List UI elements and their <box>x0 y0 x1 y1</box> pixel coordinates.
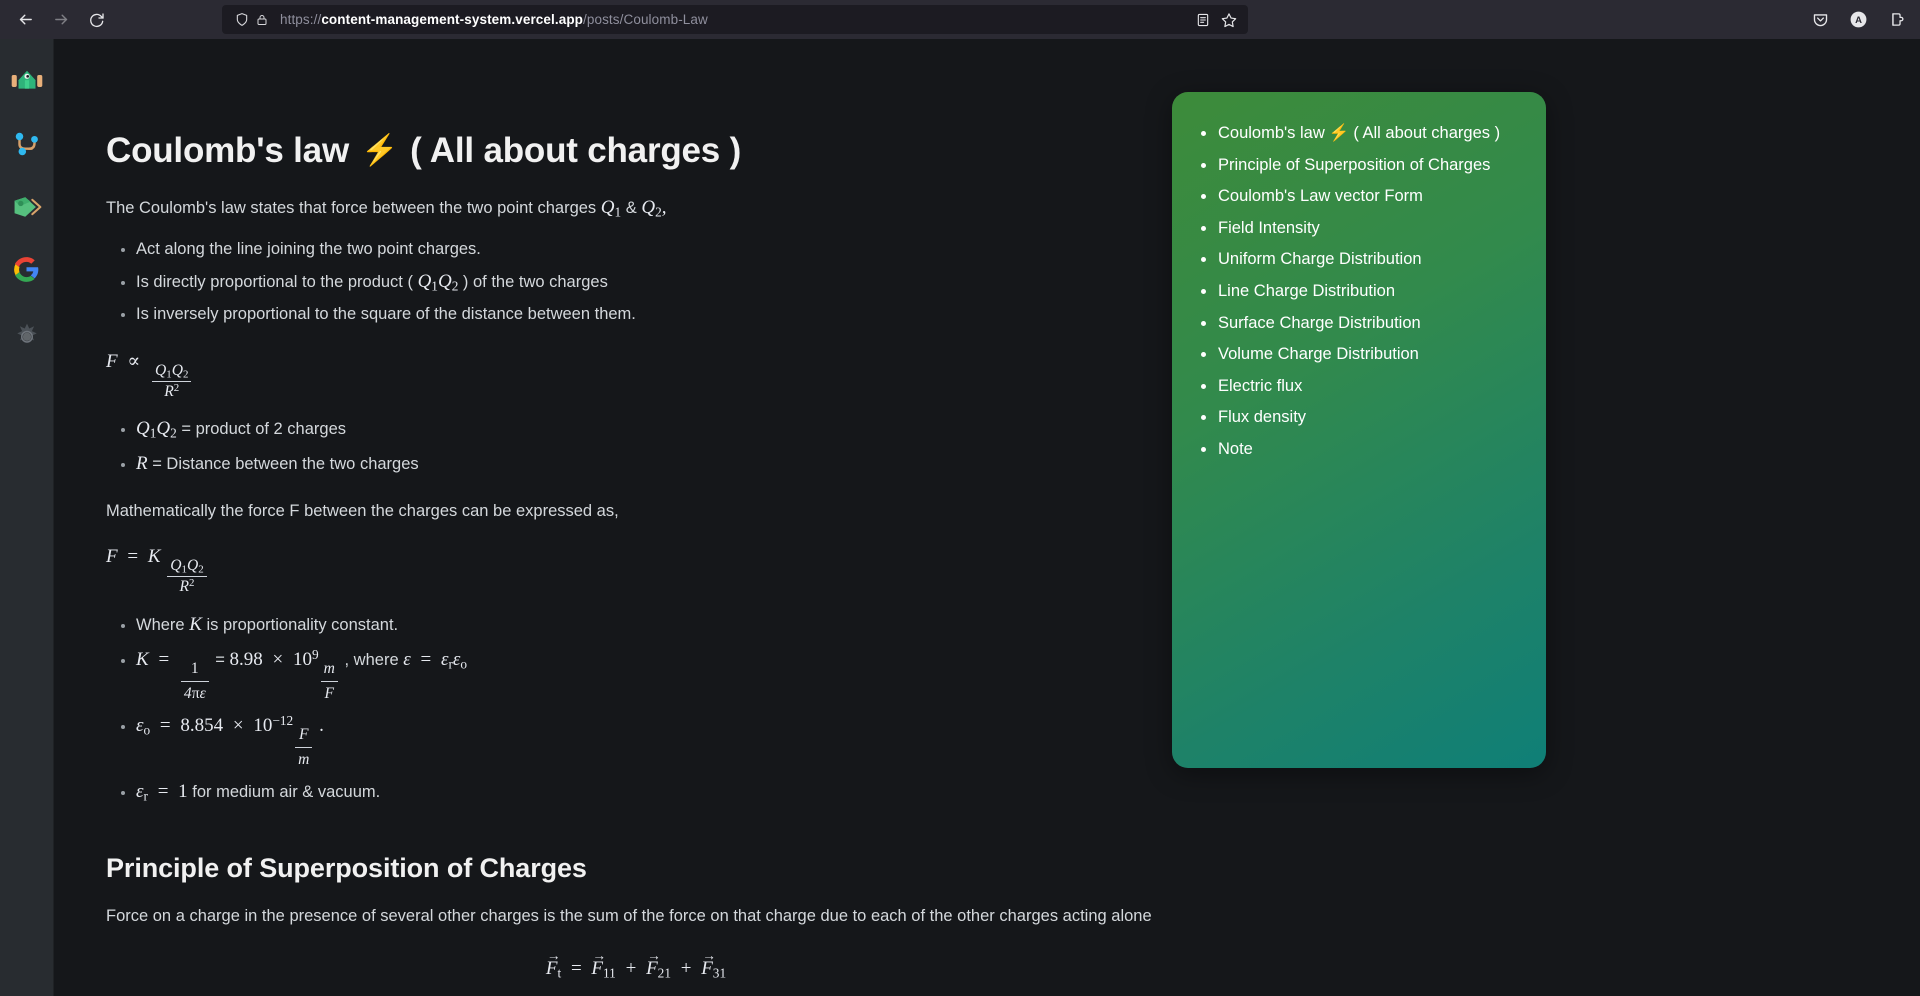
properties-list: Act along the line joining the two point… <box>136 237 1166 328</box>
list-item: Is inversely proportional to the square … <box>136 302 1166 328</box>
page-content: Coulomb's law ⚡ ( All about charges ) Th… <box>54 39 1920 996</box>
list-item: R = Distance between the two charges <box>136 449 1166 478</box>
toc-item-surface-charge-distribution[interactable]: Surface Charge Distribution <box>1196 312 1528 335</box>
urlbar-actions <box>1192 9 1240 31</box>
math-epsilon-o: εo = 8.854 × 10−12Fm . <box>136 715 324 736</box>
toc-item-flux-density[interactable]: Flux density <box>1196 406 1528 429</box>
list-item: K = 14πε = 8.98 × 109mF , where ε = εrεo <box>136 645 1166 706</box>
address-bar[interactable]: https://content-management-system.vercel… <box>222 5 1248 34</box>
superposition-paragraph: Force on a charge in the presence of sev… <box>106 904 1166 930</box>
toc-item-label: Coulomb's law <box>1218 124 1325 142</box>
toc-item-label: Field Intensity <box>1218 219 1320 237</box>
formula-superposition: →Ft = →F11 + →F21 + →F31 <box>106 958 1166 981</box>
toc-item-uniform-charge-distribution[interactable]: Uniform Charge Distribution <box>1196 248 1528 271</box>
intro-math-q1: Q1 <box>601 197 621 218</box>
forward-button[interactable] <box>44 5 78 35</box>
toc-list: Coulomb's law⚡( All about charges ) Prin… <box>1196 122 1528 461</box>
math-q1q2-def: Q1Q2 <box>136 418 177 439</box>
formula-force: F = K Q1Q2R2 <box>106 546 1166 596</box>
reload-button[interactable] <box>80 5 114 35</box>
math-K-number: 8.98 × 109mF <box>230 649 340 670</box>
list-item: εr = 1 for medium air & vacuum. <box>136 777 1166 807</box>
toc-item-label: Electric flux <box>1218 377 1302 395</box>
intro-math-q2: Q2, <box>641 197 666 218</box>
app-logo-icon[interactable] <box>0 49 54 112</box>
toc-item-label: Principle of Superposition of Charges <box>1218 156 1490 174</box>
article: Coulomb's law ⚡ ( All about charges ) Th… <box>106 39 1166 996</box>
page-title: Coulomb's law ⚡ ( All about charges ) <box>106 129 1166 173</box>
list-item-label: Is inversely proportional to the square … <box>136 305 636 323</box>
navigation-buttons <box>0 5 114 35</box>
toc-item-label: Flux density <box>1218 408 1306 426</box>
toc-item-label: Volume Charge Distribution <box>1218 345 1419 363</box>
list-item: Act along the line joining the two point… <box>136 237 1166 263</box>
formula-proportional: F ∝ Q1Q2R2 <box>106 350 1166 401</box>
branch-icon[interactable] <box>0 112 54 175</box>
toc-item-label: Line Charge Distribution <box>1218 282 1395 300</box>
bookmark-star-icon[interactable] <box>1218 9 1240 31</box>
page-title-main: Coulomb's law <box>106 129 349 173</box>
back-button[interactable] <box>8 5 42 35</box>
toc-item-field-intensity[interactable]: Field Intensity <box>1196 217 1528 240</box>
math-K: K <box>189 614 202 635</box>
toc-item-label: Note <box>1218 440 1253 458</box>
math-K-value: K = 14πε <box>136 649 211 670</box>
toc-item-label: Coulomb's Law vector Form <box>1218 187 1423 205</box>
math-epsilon-rel: ε = εrεo <box>403 649 467 670</box>
intro-paragraph: The Coulomb's law states that force betw… <box>106 193 1166 223</box>
account-avatar[interactable]: A <box>1844 6 1872 34</box>
toc-item-superposition[interactable]: Principle of Superposition of Charges <box>1196 154 1528 177</box>
reader-view-icon[interactable] <box>1192 9 1214 31</box>
toc-item-suffix: ( All about charges ) <box>1353 124 1500 142</box>
math-r-def: R <box>136 453 148 474</box>
url-scheme: https:// <box>280 12 321 27</box>
intro-amp: & <box>621 199 641 217</box>
toc-item-line-charge-distribution[interactable]: Line Charge Distribution <box>1196 280 1528 303</box>
extensions-icon[interactable] <box>1882 6 1910 34</box>
bolt-icon: ⚡ <box>1325 124 1354 142</box>
toc-item-coulombs-law[interactable]: Coulomb's law⚡( All about charges ) <box>1196 122 1528 145</box>
settings-icon[interactable] <box>0 301 54 364</box>
toc-item-label: Surface Charge Distribution <box>1218 314 1421 332</box>
math-intro-paragraph: Mathematically the force F between the c… <box>106 499 1166 525</box>
padlock-icon[interactable] <box>252 10 272 30</box>
definitions-list: Q1Q2 = product of 2 charges R = Distance… <box>136 414 1166 478</box>
url-host: content-management-system.vercel.app <box>321 12 583 27</box>
list-item: Where K is proportionality constant. <box>136 610 1166 639</box>
bolt-icon: ⚡ <box>361 132 398 170</box>
toolbar-right-actions: A <box>1806 5 1910 34</box>
math-epsilon-r: εr = 1 <box>136 781 188 802</box>
url-path: /posts/Coulomb-Law <box>583 12 708 27</box>
url-text[interactable]: https://content-management-system.vercel… <box>280 12 1192 27</box>
toc-item-label: Uniform Charge Distribution <box>1218 250 1422 268</box>
intro-text: The Coulomb's law states that force betw… <box>106 199 601 217</box>
tracking-protection-shield-icon[interactable] <box>232 10 252 30</box>
toc-item-note[interactable]: Note <box>1196 438 1528 461</box>
table-of-contents-card: Coulomb's law⚡( All about charges ) Prin… <box>1172 92 1546 768</box>
constants-list: Where K is proportionality constant. K =… <box>136 610 1166 807</box>
list-item-label: Act along the line joining the two point… <box>136 240 481 258</box>
svg-text:A: A <box>1855 15 1862 26</box>
math-q1q2: Q1Q2 <box>418 271 459 292</box>
list-item: Is directly proportional to the product … <box>136 267 1166 297</box>
pocket-icon[interactable] <box>1806 6 1834 34</box>
toc-item-vector-form[interactable]: Coulomb's Law vector Form <box>1196 185 1528 208</box>
toc-item-volume-charge-distribution[interactable]: Volume Charge Distribution <box>1196 343 1528 366</box>
app-sidebar <box>0 39 54 996</box>
toc-item-electric-flux[interactable]: Electric flux <box>1196 375 1528 398</box>
section-title-superposition: Principle of Superposition of Charges <box>106 853 1166 884</box>
browser-toolbar: https://content-management-system.vercel… <box>0 0 1920 39</box>
page-title-suffix: ( All about charges ) <box>410 129 741 173</box>
list-item: εo = 8.854 × 10−12Fm . <box>136 711 1166 772</box>
list-item: Q1Q2 = product of 2 charges <box>136 414 1166 444</box>
google-icon[interactable] <box>0 238 54 301</box>
tag-icon[interactable] <box>0 175 54 238</box>
